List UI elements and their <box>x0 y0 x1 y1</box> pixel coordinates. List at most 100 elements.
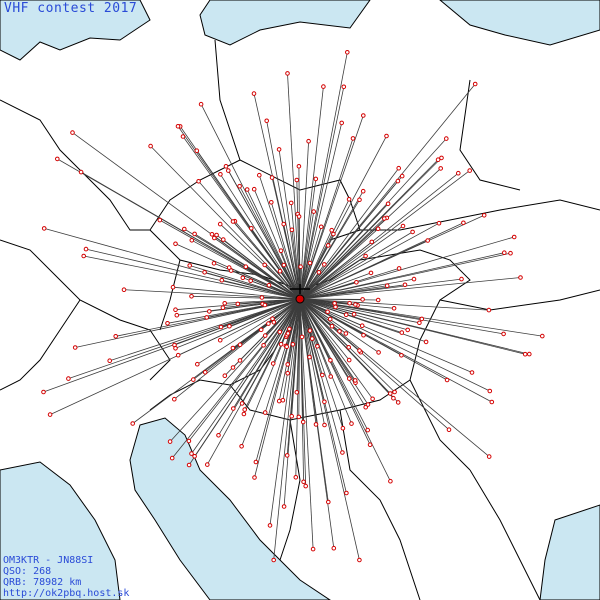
qso-point <box>306 138 311 144</box>
qso-point <box>384 133 389 139</box>
qso-point <box>388 391 393 396</box>
qso-point <box>290 342 296 347</box>
qso-point <box>438 166 444 171</box>
website-link[interactable]: http://ok2pbq.host.sk <box>3 588 129 599</box>
qso-point <box>207 309 212 314</box>
qso-point <box>346 357 352 363</box>
qso-point <box>175 124 181 129</box>
qso-point <box>242 407 247 412</box>
qso-point <box>294 177 300 183</box>
qso-point <box>392 389 397 395</box>
qso-point <box>388 478 393 484</box>
qso-point <box>357 348 362 353</box>
qso-point <box>277 329 283 335</box>
qso-point <box>226 265 232 270</box>
qso-point <box>244 187 250 192</box>
qso-point <box>269 200 274 205</box>
qso-point <box>121 287 127 293</box>
qso-point <box>360 188 366 194</box>
qso-point <box>385 201 391 207</box>
qso-point <box>346 345 352 350</box>
qso-point <box>332 301 337 306</box>
qso-point <box>243 264 249 270</box>
qso-point <box>55 156 60 162</box>
qso-point <box>331 545 337 551</box>
qso-point <box>326 499 331 505</box>
qso-point <box>240 275 246 281</box>
qso-point <box>395 178 401 184</box>
qso-point <box>301 479 306 485</box>
qso-point <box>343 312 349 318</box>
qso-point <box>329 323 335 329</box>
qso-point <box>266 282 272 288</box>
qso-point <box>288 200 294 206</box>
qso-point <box>399 173 405 179</box>
qso-point <box>296 164 302 169</box>
qso-point <box>328 374 334 379</box>
qso-point <box>167 439 173 444</box>
qso-point <box>281 504 287 509</box>
qso-point <box>41 389 46 395</box>
qso-point <box>237 358 243 363</box>
qso-point <box>285 331 291 336</box>
qso-point <box>459 276 464 282</box>
qso-point <box>446 427 452 433</box>
qso-point <box>221 237 226 242</box>
qso-point <box>340 450 345 455</box>
qso-point <box>350 136 356 141</box>
qso-point <box>395 400 401 405</box>
qso-point <box>285 71 290 76</box>
qso-point <box>261 343 266 348</box>
qso-point <box>501 331 506 337</box>
qso-point <box>47 412 53 417</box>
qso-point <box>173 241 178 247</box>
qso-point <box>239 444 244 449</box>
qso-point <box>189 294 194 299</box>
qso-point <box>284 344 290 350</box>
qso-point <box>382 216 387 221</box>
qso-point <box>175 352 181 358</box>
qso-point <box>299 334 305 340</box>
qso-point <box>411 276 417 282</box>
qso-point <box>307 354 312 360</box>
qso-point <box>322 262 327 267</box>
qso-point <box>202 370 208 375</box>
qso-point <box>271 320 277 325</box>
qso-point <box>287 326 292 332</box>
qso-point <box>399 353 404 358</box>
qso-point <box>315 344 320 349</box>
qso-point <box>180 134 186 139</box>
qso-point <box>313 422 319 427</box>
qso-point <box>345 50 350 55</box>
qso-point <box>78 169 84 175</box>
qso-point <box>487 388 493 394</box>
qso-point <box>262 410 268 415</box>
qso-point <box>271 557 277 563</box>
qso-point <box>230 365 236 370</box>
qso-point <box>148 143 153 149</box>
qso-point <box>368 270 374 276</box>
qso-point <box>205 462 210 467</box>
qso-point <box>527 351 532 357</box>
qso-point <box>343 331 349 336</box>
qso-point <box>461 220 466 226</box>
qso-point <box>419 316 425 322</box>
qso-point <box>353 302 358 307</box>
qso-point <box>311 209 317 214</box>
qso-point <box>296 214 302 219</box>
qso-point <box>70 130 75 135</box>
qso-point <box>294 390 300 395</box>
qso-point <box>276 398 282 404</box>
qrb-total: QRB: 78982 km <box>3 577 82 588</box>
qso-point <box>402 282 408 288</box>
qso-point <box>83 246 89 252</box>
qso-point <box>130 421 135 426</box>
qso-point <box>436 220 442 226</box>
qso-point <box>170 284 176 290</box>
qso-point <box>226 168 231 173</box>
qso-point <box>251 186 257 192</box>
qso-point <box>472 81 478 87</box>
qso-point <box>289 227 295 233</box>
qso-point <box>222 373 228 379</box>
qso-point <box>293 475 299 480</box>
